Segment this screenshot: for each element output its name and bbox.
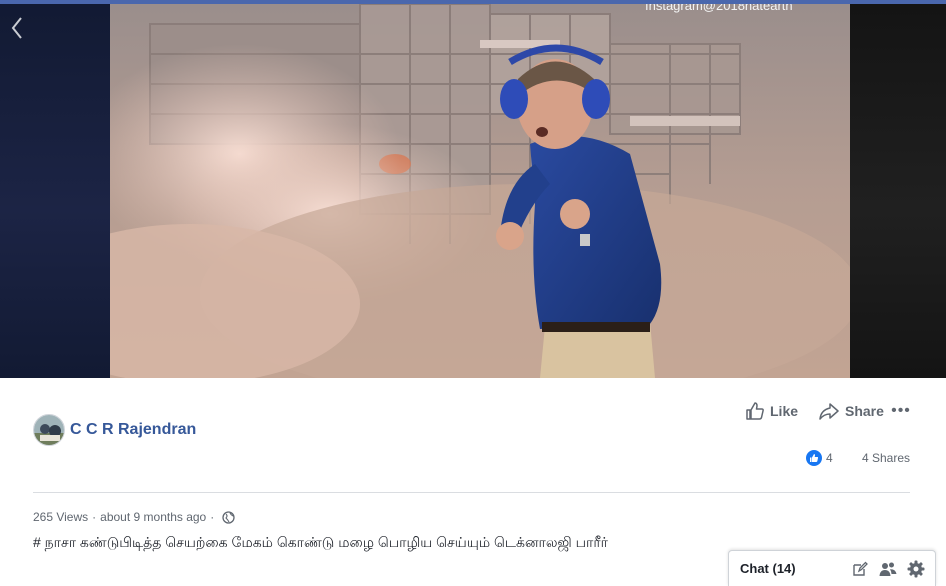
- like-button[interactable]: Like: [745, 401, 798, 421]
- meta-separator: ·: [210, 510, 215, 524]
- gear-icon[interactable]: [907, 560, 925, 578]
- avatar-image: [34, 415, 64, 445]
- back-button[interactable]: [6, 14, 28, 42]
- thumbs-up-mini-icon: [810, 454, 819, 462]
- chat-label: Chat (14): [740, 561, 796, 576]
- globe-icon[interactable]: [222, 510, 235, 524]
- compose-icon[interactable]: [851, 560, 869, 578]
- like-label: Like: [770, 403, 799, 419]
- like-reaction-icon[interactable]: [806, 450, 822, 466]
- shares-count[interactable]: 4 Shares: [862, 451, 910, 465]
- author-avatar[interactable]: [33, 414, 65, 446]
- video-player[interactable]: Instagram@2018hateartn: [0, 4, 946, 378]
- reactions-count[interactable]: 4: [826, 451, 833, 465]
- post-timestamp[interactable]: about 9 months ago: [100, 510, 206, 524]
- post-meta: 265 Views · about 9 months ago ·: [33, 510, 235, 524]
- more-options-button[interactable]: •••: [890, 401, 912, 421]
- share-label: Share: [845, 403, 884, 419]
- video-side-panel-right: [850, 4, 946, 378]
- video-still-image: [110, 4, 850, 378]
- share-arrow-icon: [819, 403, 839, 420]
- video-watermark: Instagram@2018hateartn: [645, 4, 793, 13]
- video-side-panel-left: [0, 4, 110, 378]
- group-icon[interactable]: [879, 560, 897, 578]
- meta-separator: ·: [92, 510, 97, 524]
- share-button[interactable]: Share: [819, 401, 884, 421]
- chat-bar[interactable]: Chat (14): [728, 550, 936, 586]
- divider: [33, 492, 910, 493]
- views-count: 265 Views: [33, 510, 89, 524]
- author-name-link[interactable]: C C R Rajendran: [70, 421, 196, 439]
- chevron-left-icon: [11, 17, 22, 39]
- video-frame[interactable]: Instagram@2018hateartn: [110, 4, 850, 378]
- post-caption: # நாசா கண்டுபிடித்த செயற்கை மேகம் கொண்டு…: [33, 534, 608, 550]
- thumbs-up-icon: [746, 402, 764, 420]
